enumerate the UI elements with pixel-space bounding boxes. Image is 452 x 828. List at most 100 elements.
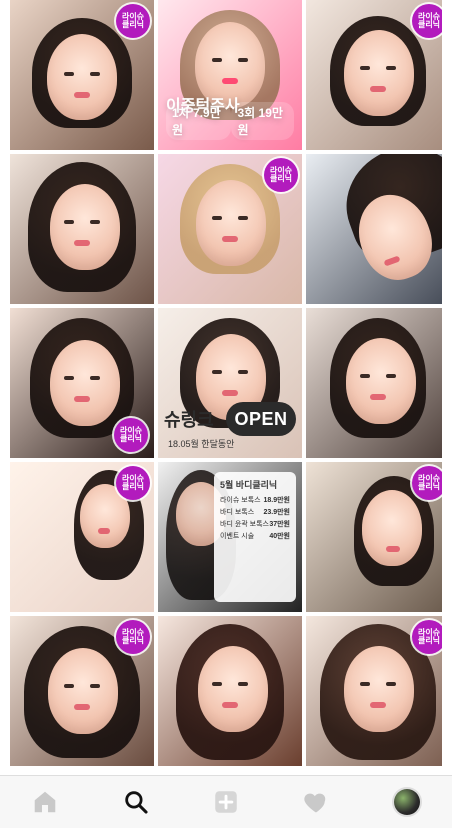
clinic-badge: 라이슈 클리닉 <box>114 418 148 452</box>
nav-add[interactable] <box>198 780 254 824</box>
grid-tile-11[interactable]: 5월 바디클리닉 라이슈 보톡스 18.9만원 바디 보톡스 23.9만원 바디… <box>158 462 302 612</box>
promo-list-card: 5월 바디클리닉 라이슈 보톡스 18.9만원 바디 보톡스 23.9만원 바디… <box>214 472 296 602</box>
eye-left <box>64 72 74 76</box>
eye-right <box>386 682 396 686</box>
home-icon <box>31 788 59 816</box>
eye-left <box>360 374 370 378</box>
lips <box>74 240 90 246</box>
eye-right <box>90 376 100 380</box>
bottom-navigation <box>0 775 452 828</box>
grid-tile-14[interactable] <box>158 616 302 766</box>
promo-list-price: 23.9만원 <box>263 509 290 516</box>
nav-home[interactable] <box>17 780 73 824</box>
open-subtitle: 18.05월 한달동안 <box>168 439 235 449</box>
lips <box>222 702 238 708</box>
lips <box>222 236 238 242</box>
face <box>344 646 414 732</box>
clinic-badge: 라이슈 클리닉 <box>116 4 150 38</box>
lips <box>222 390 238 396</box>
eye-right <box>238 370 248 374</box>
face <box>48 648 118 734</box>
eye-right <box>386 374 396 378</box>
eye-right <box>386 66 396 70</box>
promo-list-row: 바디 윤곽 보톡스 37만원 <box>220 519 290 529</box>
profile-avatar-icon <box>393 789 420 815</box>
grid-tile-5[interactable]: 라이슈 클리닉 <box>158 154 302 304</box>
clinic-badge: 라이슈 클리닉 <box>264 158 298 192</box>
eye-right <box>90 684 100 688</box>
lips <box>74 92 90 98</box>
grid-tile-13[interactable]: 라이슈 클리닉 <box>10 616 154 766</box>
promo-list-price: 37만원 <box>269 521 290 528</box>
search-icon <box>122 788 150 816</box>
face <box>50 340 120 426</box>
open-banner: 슈링크 OPEN <box>164 402 296 436</box>
grid-tile-7[interactable]: 라이슈 클리닉 <box>10 308 154 458</box>
face <box>198 646 268 732</box>
add-post-icon <box>211 787 241 817</box>
clinic-badge: 라이슈 클리닉 <box>116 620 150 654</box>
promo-list-item: 바디 윤곽 보톡스 <box>220 521 269 528</box>
grid-tile-6[interactable] <box>306 154 442 304</box>
grid-tile-8[interactable]: 슈링크 OPEN 18.05월 한달동안 <box>158 308 302 458</box>
grid-tile-10[interactable]: 라이슈 클리닉 <box>10 462 154 612</box>
open-left-text: 슈링크 <box>164 410 214 430</box>
eye-left <box>64 220 74 224</box>
promo-prices: 1차 7.9만원 3회 19만원 <box>166 102 294 140</box>
clinic-badge: 라이슈 클리닉 <box>412 466 442 500</box>
lips <box>98 528 110 534</box>
promo-list-row: 라이슈 보톡스 18.9만원 <box>220 495 290 505</box>
nav-profile[interactable] <box>379 780 435 824</box>
profile-grid: 라이슈 클리닉 이중턱주사 1차 7.9만원 3회 19만원 라이슈 클리닉 라… <box>10 0 442 775</box>
eye-left <box>64 376 74 380</box>
eye-left <box>212 682 222 686</box>
face <box>346 338 416 424</box>
nav-search[interactable] <box>108 780 164 824</box>
eye-left <box>212 370 222 374</box>
eye-right <box>238 58 248 62</box>
promo-list-item: 바디 보톡스 <box>220 509 255 516</box>
grid-tile-15[interactable]: 라이슈 클리닉 <box>306 616 442 766</box>
grid-tile-12[interactable]: 라이슈 클리닉 <box>306 462 442 612</box>
grid-tile-4[interactable] <box>10 154 154 304</box>
promo-list-item: 라이슈 보톡스 <box>220 497 261 504</box>
face <box>344 30 414 116</box>
clinic-badge: 라이슈 클리닉 <box>412 4 442 38</box>
eye-right <box>238 216 248 220</box>
promo-list-price: 40만원 <box>269 533 290 540</box>
grid-tile-9[interactable] <box>306 308 442 458</box>
heart-icon <box>302 788 330 816</box>
nav-activity[interactable] <box>288 780 344 824</box>
lips <box>370 86 386 92</box>
promo-list-title: 5월 바디클리닉 <box>220 480 278 490</box>
clinic-badge: 라이슈 클리닉 <box>412 620 442 654</box>
face <box>196 180 266 266</box>
lips <box>74 396 90 402</box>
eye-left <box>360 66 370 70</box>
face <box>50 184 120 270</box>
grid-tile-2[interactable]: 이중턱주사 1차 7.9만원 3회 19만원 <box>158 0 302 150</box>
promo-price-right: 3회 19만원 <box>231 102 294 140</box>
grid-tile-1[interactable]: 라이슈 클리닉 <box>10 0 154 150</box>
eye-right <box>238 682 248 686</box>
promo-list-price: 18.9만원 <box>263 497 290 504</box>
lips <box>74 704 90 710</box>
eye-left <box>212 216 222 220</box>
face <box>47 34 117 120</box>
lips <box>370 702 386 708</box>
eye-left <box>360 682 370 686</box>
face <box>362 490 422 566</box>
promo-list-row: 바디 보톡스 23.9만원 <box>220 507 290 517</box>
lips <box>222 78 238 84</box>
open-pill: OPEN <box>226 402 296 436</box>
lips <box>370 394 386 400</box>
promo-list-item: 이벤트 시술 <box>220 533 255 540</box>
promo-list-row: 이벤트 시술 40만원 <box>220 531 290 541</box>
eye-right <box>90 72 100 76</box>
grid-tile-3[interactable]: 라이슈 클리닉 <box>306 0 442 150</box>
eye-left <box>64 684 74 688</box>
eye-left <box>212 58 222 62</box>
clinic-badge: 라이슈 클리닉 <box>116 466 150 500</box>
lips <box>386 546 400 552</box>
promo-price-left: 1차 7.9만원 <box>166 102 232 140</box>
